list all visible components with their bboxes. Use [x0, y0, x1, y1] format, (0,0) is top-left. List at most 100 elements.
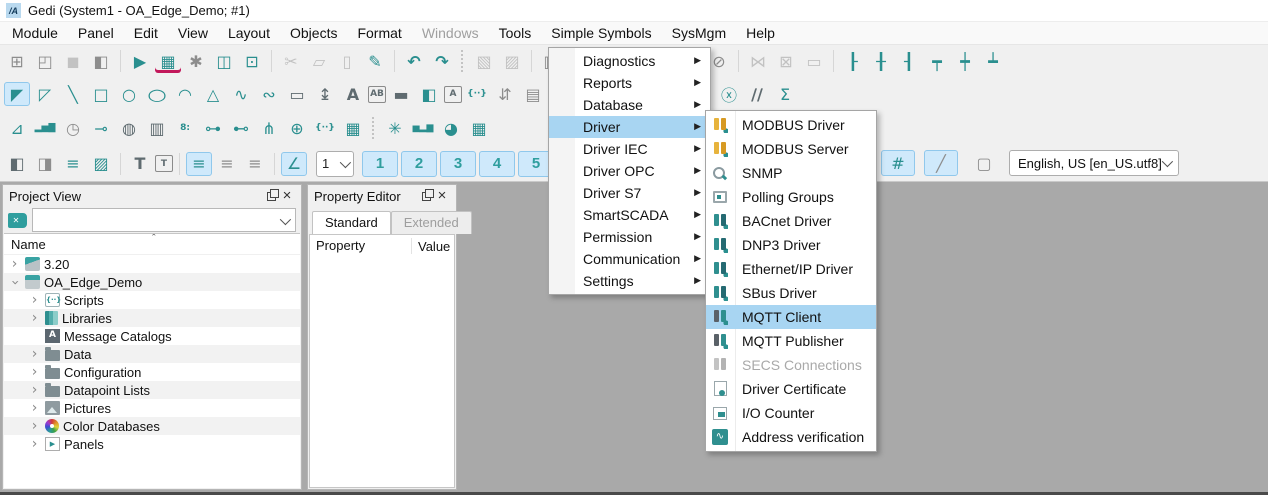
new-panel-icon[interactable]: ⊞	[4, 49, 30, 73]
close-panel-button[interactable]: ×	[279, 188, 295, 204]
gauge-widget-icon[interactable]: ▭	[284, 82, 310, 106]
stats-bars-widget-icon[interactable]: ▅▂▆	[410, 116, 436, 140]
panel-topology-icon[interactable]: ◫	[211, 49, 237, 73]
script-editor-icon[interactable]: {··}	[312, 116, 338, 140]
menu-item-reports[interactable]: Reports ▶	[549, 72, 710, 94]
spinbox-widget-icon[interactable]: ⇵	[492, 82, 518, 106]
align-middle-vertical-icon[interactable]: ┿	[952, 49, 978, 73]
align-top-icon[interactable]: ┯	[924, 49, 950, 73]
menu-item-database[interactable]: Database ▶	[549, 94, 710, 116]
menu-layout[interactable]: Layout	[218, 22, 280, 44]
expander-icon[interactable]: ›	[28, 294, 41, 307]
menu-item-driver-certificate[interactable]: Driver Certificate	[706, 377, 876, 401]
group-select-tool-icon[interactable]: ◸	[32, 82, 58, 106]
tab-extended[interactable]: Extended	[391, 211, 472, 234]
column-property[interactable]: Property	[310, 238, 412, 254]
menu-item-snmp[interactable]: SNMP	[706, 161, 876, 185]
save-as-icon[interactable]: ◧	[88, 49, 114, 73]
panel-import-icon[interactable]: ⊡	[239, 49, 265, 73]
menu-item-communication[interactable]: Communication ▶	[549, 248, 710, 270]
text-align-center-icon[interactable]: ≡	[214, 152, 240, 176]
bezier-tool-icon[interactable]: ∾	[256, 82, 282, 106]
settings-gear-icon[interactable]: ✱	[183, 49, 209, 73]
tree-item-oa-edge-demo[interactable]: › OA_Edge_Demo	[4, 273, 300, 291]
layer-button-4[interactable]: 4	[479, 151, 515, 177]
text-tool-icon[interactable]: A	[340, 82, 366, 106]
connect-input-icon[interactable]: ⊷	[228, 116, 254, 140]
toolbar-handle[interactable]	[372, 117, 376, 139]
module-manager-icon[interactable]: ▦	[155, 49, 181, 73]
tree-item-configuration[interactable]: › Configuration	[4, 363, 300, 381]
menu-item-polling-groups[interactable]: Polling Groups	[706, 185, 876, 209]
select-distort-icon[interactable]: ▨	[499, 49, 525, 73]
expander-icon[interactable]: ›	[28, 312, 41, 325]
menu-item-address-verification[interactable]: Address verification	[706, 425, 876, 449]
mirror-vertical-icon[interactable]: ⊠	[773, 49, 799, 73]
column-value[interactable]: Value	[412, 239, 450, 254]
tree-item-color-databases[interactable]: › Color Databases	[4, 417, 300, 435]
connect-output-icon[interactable]: ⊶	[200, 116, 226, 140]
digital-clock-widget-icon[interactable]: 8:	[172, 116, 198, 140]
expander-icon[interactable]: ›	[28, 384, 41, 397]
text-align-right-icon[interactable]: ≡	[242, 152, 268, 176]
menu-item-permission[interactable]: Permission ▶	[549, 226, 710, 248]
textfield-widget-icon[interactable]: AB	[368, 86, 386, 103]
align-left-icon[interactable]: ┠	[840, 49, 866, 73]
tree-item-datapoint-lists[interactable]: › Datapoint Lists	[4, 381, 300, 399]
polyline-tool-icon[interactable]: ∿	[228, 82, 254, 106]
layer-button-1[interactable]: 1	[362, 151, 398, 177]
embedded-module-icon[interactable]: ◧	[416, 82, 442, 106]
arc-tool-icon[interactable]: ◠	[172, 82, 198, 106]
expander-icon[interactable]: ›	[28, 402, 41, 415]
paste-icon[interactable]: ▯	[334, 49, 360, 73]
mirror-horizontal-icon[interactable]: ⋈	[745, 49, 771, 73]
menu-item-driver-iec[interactable]: Driver IEC ▶	[549, 138, 710, 160]
tree-item-libraries[interactable]: › Libraries	[4, 309, 300, 327]
redo-icon[interactable]: ↷	[429, 49, 455, 73]
menu-help[interactable]: Help	[736, 22, 785, 44]
menu-tools[interactable]: Tools	[489, 22, 542, 44]
label-widget-icon[interactable]: A	[444, 86, 462, 103]
catalog-button[interactable]: ▢	[967, 150, 1001, 176]
tree-header[interactable]: Name ˆ	[4, 234, 300, 255]
font-icon[interactable]: T	[127, 152, 153, 176]
toolbar-handle[interactable]	[461, 50, 465, 72]
tree-item-pictures[interactable]: › Pictures	[4, 399, 300, 417]
calendar-widget-icon[interactable]: ▦	[340, 116, 366, 140]
tree-item-message-catalogs[interactable]: › A Message Catalogs	[4, 327, 300, 345]
menu-item-mqtt-publisher[interactable]: MQTT Publisher	[706, 329, 876, 353]
menu-item-driver-s7[interactable]: Driver S7 ▶	[549, 182, 710, 204]
align-right-icon[interactable]: ┨	[896, 49, 922, 73]
language-select[interactable]: English, US [en_US.utf8]	[1009, 150, 1179, 176]
menu-module[interactable]: Module	[2, 22, 68, 44]
slider-widget-icon[interactable]: ⊸	[88, 116, 114, 140]
menu-item-settings[interactable]: Settings ▶	[549, 270, 710, 292]
grid-toggle-button[interactable]: #	[881, 150, 915, 176]
close-panel-button[interactable]: ×	[434, 188, 450, 204]
select-transform-icon[interactable]: ▧	[471, 49, 497, 73]
menu-item-sbus-driver[interactable]: SBus Driver	[706, 281, 876, 305]
line-tool-icon[interactable]: ╲	[60, 82, 86, 106]
script-widget-icon[interactable]: {··}	[464, 82, 490, 106]
fill-pattern-icon[interactable]: ▨	[88, 152, 114, 176]
tree-item-panels[interactable]: › ▶ Panels	[4, 435, 300, 453]
menu-panel[interactable]: Panel	[68, 22, 124, 44]
menu-view[interactable]: View	[168, 22, 218, 44]
menu-item-driver-opc[interactable]: Driver OPC ▶	[549, 160, 710, 182]
line-style-icon[interactable]: ≡	[60, 152, 86, 176]
expander-icon[interactable]: ›	[8, 258, 21, 271]
combobox-widget-icon[interactable]: ▤	[520, 82, 546, 106]
ellipse-tool-icon[interactable]: ○	[139, 82, 175, 106]
expander-icon[interactable]: ›	[28, 366, 41, 379]
tree-item-data[interactable]: › Data	[4, 345, 300, 363]
rotate-angle-icon[interactable]: ∠	[281, 152, 307, 176]
project-filter-combobox[interactable]	[32, 208, 296, 232]
foreground-color-icon[interactable]: ◧	[4, 152, 30, 176]
copy-icon[interactable]: ▱	[306, 49, 332, 73]
menu-format[interactable]: Format	[347, 22, 411, 44]
menu-item-diagnostics[interactable]: Diagnostics ▶	[549, 50, 710, 72]
background-color-icon[interactable]: ◨	[32, 152, 58, 176]
crop-icon[interactable]: ▭	[801, 49, 827, 73]
database-widget-icon[interactable]: ◍	[116, 116, 142, 140]
menu-item-ethernet-ip-driver[interactable]: Ethernet/IP Driver	[706, 257, 876, 281]
